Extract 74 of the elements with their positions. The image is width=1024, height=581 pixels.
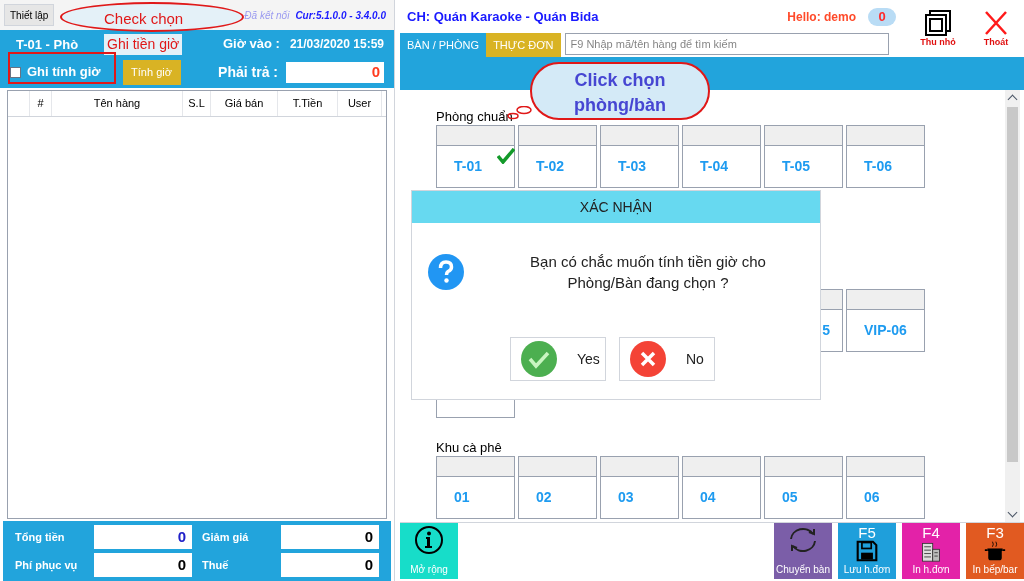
- room-tile[interactable]: T-05: [764, 125, 843, 188]
- room-label: 01: [454, 488, 470, 507]
- window-button[interactable]: Thu nhỏ: [916, 10, 960, 50]
- room-tile[interactable]: 02: [518, 456, 597, 519]
- room-label: 03: [618, 488, 634, 507]
- column-header[interactable]: Tên hàng: [52, 91, 183, 116]
- search-field[interactable]: F9 Nhập mã/tên hàng để tìm kiếm: [564, 33, 889, 55]
- callout-text: Check chọn: [104, 9, 184, 29]
- room-label: 05: [782, 488, 798, 507]
- room-title: T-01 - Phò: [16, 37, 79, 51]
- column-header[interactable]: Giá bán: [211, 91, 278, 116]
- room-label: T-06: [864, 157, 892, 176]
- version-text: Cur:5.1.0.0 - 3.4.0.0: [295, 8, 387, 23]
- window-button[interactable]: Thoát: [974, 10, 1018, 50]
- toolbar-button[interactable]: F5 Lưu h.đơn: [838, 523, 896, 579]
- area-title: Khu cà phê: [436, 440, 502, 455]
- room-tile[interactable]: T-06: [846, 125, 925, 188]
- room-label: T-02: [536, 157, 564, 176]
- connection-status: Đã kết nối: [244, 8, 290, 23]
- dialog-button[interactable]: Yes: [510, 337, 606, 381]
- notification-badge[interactable]: 0: [868, 7, 896, 26]
- room-tile[interactable]: 01: [436, 456, 515, 519]
- column-header[interactable]: #: [30, 91, 52, 116]
- room-tile[interactable]: T-04: [682, 125, 761, 188]
- column-header[interactable]: T.Tiền: [278, 91, 338, 116]
- column-header[interactable]: User: [338, 91, 382, 116]
- store-name: CH: Quán Karaoke - Quán Bida: [407, 7, 599, 26]
- toolbar-button[interactable]: F4 In h.đơn: [902, 523, 960, 579]
- tab[interactable]: BÀN / PHÒNG: [400, 33, 487, 57]
- room-label: 06: [864, 488, 880, 507]
- room-label: 5: [822, 321, 830, 340]
- timer-button[interactable]: Tính giờ: [122, 59, 181, 85]
- timer-checkbox[interactable]: Ghi tính giờ: [10, 62, 101, 82]
- checkin-time: 21/03/2020 15:59: [289, 36, 384, 53]
- callout-text: phòng/bàn: [573, 94, 667, 117]
- room-label: T-05: [782, 157, 810, 176]
- room-tile[interactable]: 05: [764, 456, 843, 519]
- total-field: 0: [94, 524, 192, 549]
- total-field: 0: [281, 524, 379, 549]
- total-label: Tổng tiền: [15, 529, 65, 545]
- checkin-label: Giờ vào :: [223, 35, 280, 54]
- amount-due-label: Phải trả :: [218, 62, 278, 82]
- room-tile[interactable]: T-02: [518, 125, 597, 188]
- room-tile[interactable]: VIP-06: [846, 289, 925, 352]
- toolbar-button[interactable]: F3 In bếp/bar: [966, 523, 1024, 579]
- callout-text: Click chọn: [573, 69, 667, 92]
- room-tile[interactable]: T-03: [600, 125, 679, 188]
- room-label: VIP-06: [864, 321, 907, 340]
- tab[interactable]: THỰC ĐƠN: [486, 33, 561, 57]
- room-label: T-01: [454, 157, 482, 176]
- total-label: Phí phục vụ: [15, 558, 78, 574]
- room-tile[interactable]: 03: [600, 456, 679, 519]
- area-title: Phòng chuẩn: [436, 109, 513, 124]
- callout-text: Ghi tiền giờ: [104, 34, 183, 55]
- toolbar-button[interactable]: Mở rộng: [400, 523, 458, 579]
- greeting-text: Hello: demo: [787, 8, 856, 26]
- room-tile[interactable]: 06: [846, 456, 925, 519]
- room-label: T-04: [700, 157, 728, 176]
- toolbar-button[interactable]: Chuyển bàn: [774, 523, 832, 579]
- dialog-button[interactable]: No: [619, 337, 715, 381]
- dialog-message: Bạn có chắc muốn tính tiền giờ cho Phòng/Bàn đang chọn ?: [529, 252, 767, 293]
- room-label: 02: [536, 488, 552, 507]
- room-label: T-03: [618, 157, 646, 176]
- room-label: 04: [700, 488, 716, 507]
- amount-due-field[interactable]: 0: [286, 61, 384, 83]
- total-field: 0: [94, 553, 192, 578]
- dialog-title: XÁC NHẬN: [579, 197, 653, 217]
- total-label: Thuế: [202, 558, 229, 573]
- room-tile[interactable]: T-01: [436, 125, 515, 188]
- total-field: 0: [281, 553, 379, 578]
- column-header[interactable]: S.L: [183, 91, 211, 116]
- menu-tab[interactable]: Thiết lập: [4, 4, 55, 26]
- room-tile[interactable]: 04: [682, 456, 761, 519]
- total-label: Giảm giá: [202, 529, 249, 545]
